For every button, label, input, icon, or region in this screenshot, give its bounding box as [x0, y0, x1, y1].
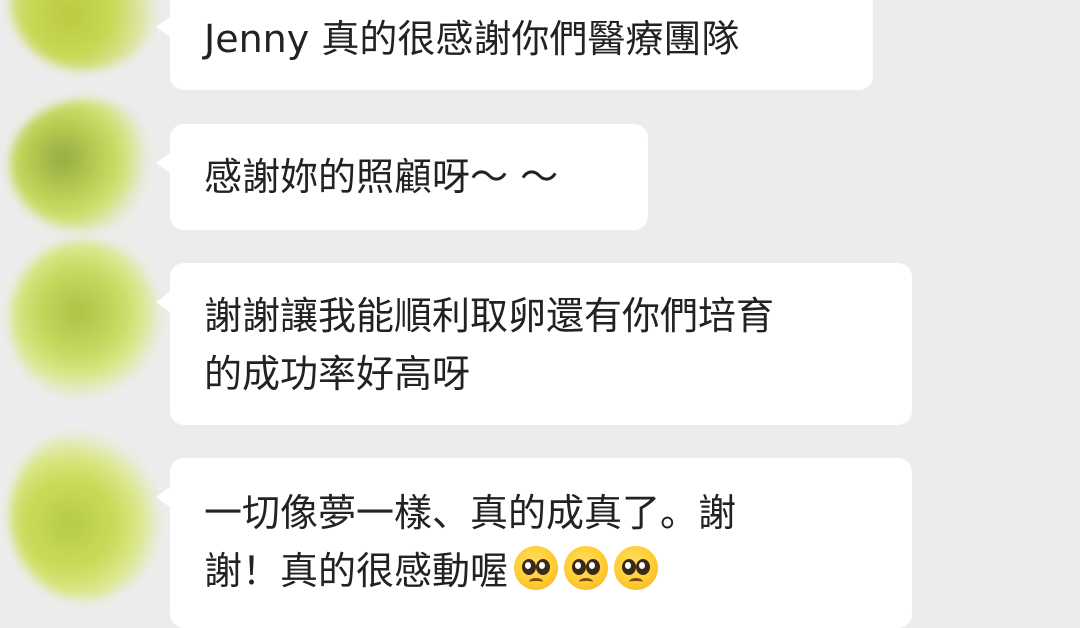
message-bubble[interactable]: 一切像夢一樣、真的成真了。謝 謝！真的很感動喔 [156, 458, 912, 628]
message-text: 一切像夢一樣、真的成真了。謝 謝！真的很感動喔 [204, 491, 737, 593]
message-bubble[interactable]: 謝謝讓我能順利取卵還有你們培育 的成功率好高呀 [156, 263, 912, 425]
message-text: Jenny 真的很感謝你們醫療團隊 [204, 17, 740, 61]
sender-avatar[interactable] [10, 0, 160, 70]
pleading-face-icon [564, 546, 609, 590]
message-text: 謝謝讓我能順利取卵還有你們培育 的成功率好高呀 [204, 294, 775, 396]
sender-avatar[interactable] [10, 240, 160, 400]
message-bubble[interactable]: Jenny 真的很感謝你們醫療團隊 [156, 0, 873, 90]
message-bubble[interactable]: 感謝妳的照顧呀～ ～ [156, 124, 648, 230]
sender-avatar[interactable] [10, 430, 160, 600]
sender-avatar[interactable] [10, 100, 160, 230]
message-text: 感謝妳的照顧呀～ ～ [204, 155, 559, 199]
pleading-face-icon [614, 546, 659, 590]
pleading-face-icon [514, 546, 559, 590]
chat-window: Jenny 真的很感謝你們醫療團隊 感謝妳的照顧呀～ ～ 謝謝讓我能順利取卵還有… [0, 0, 1080, 628]
